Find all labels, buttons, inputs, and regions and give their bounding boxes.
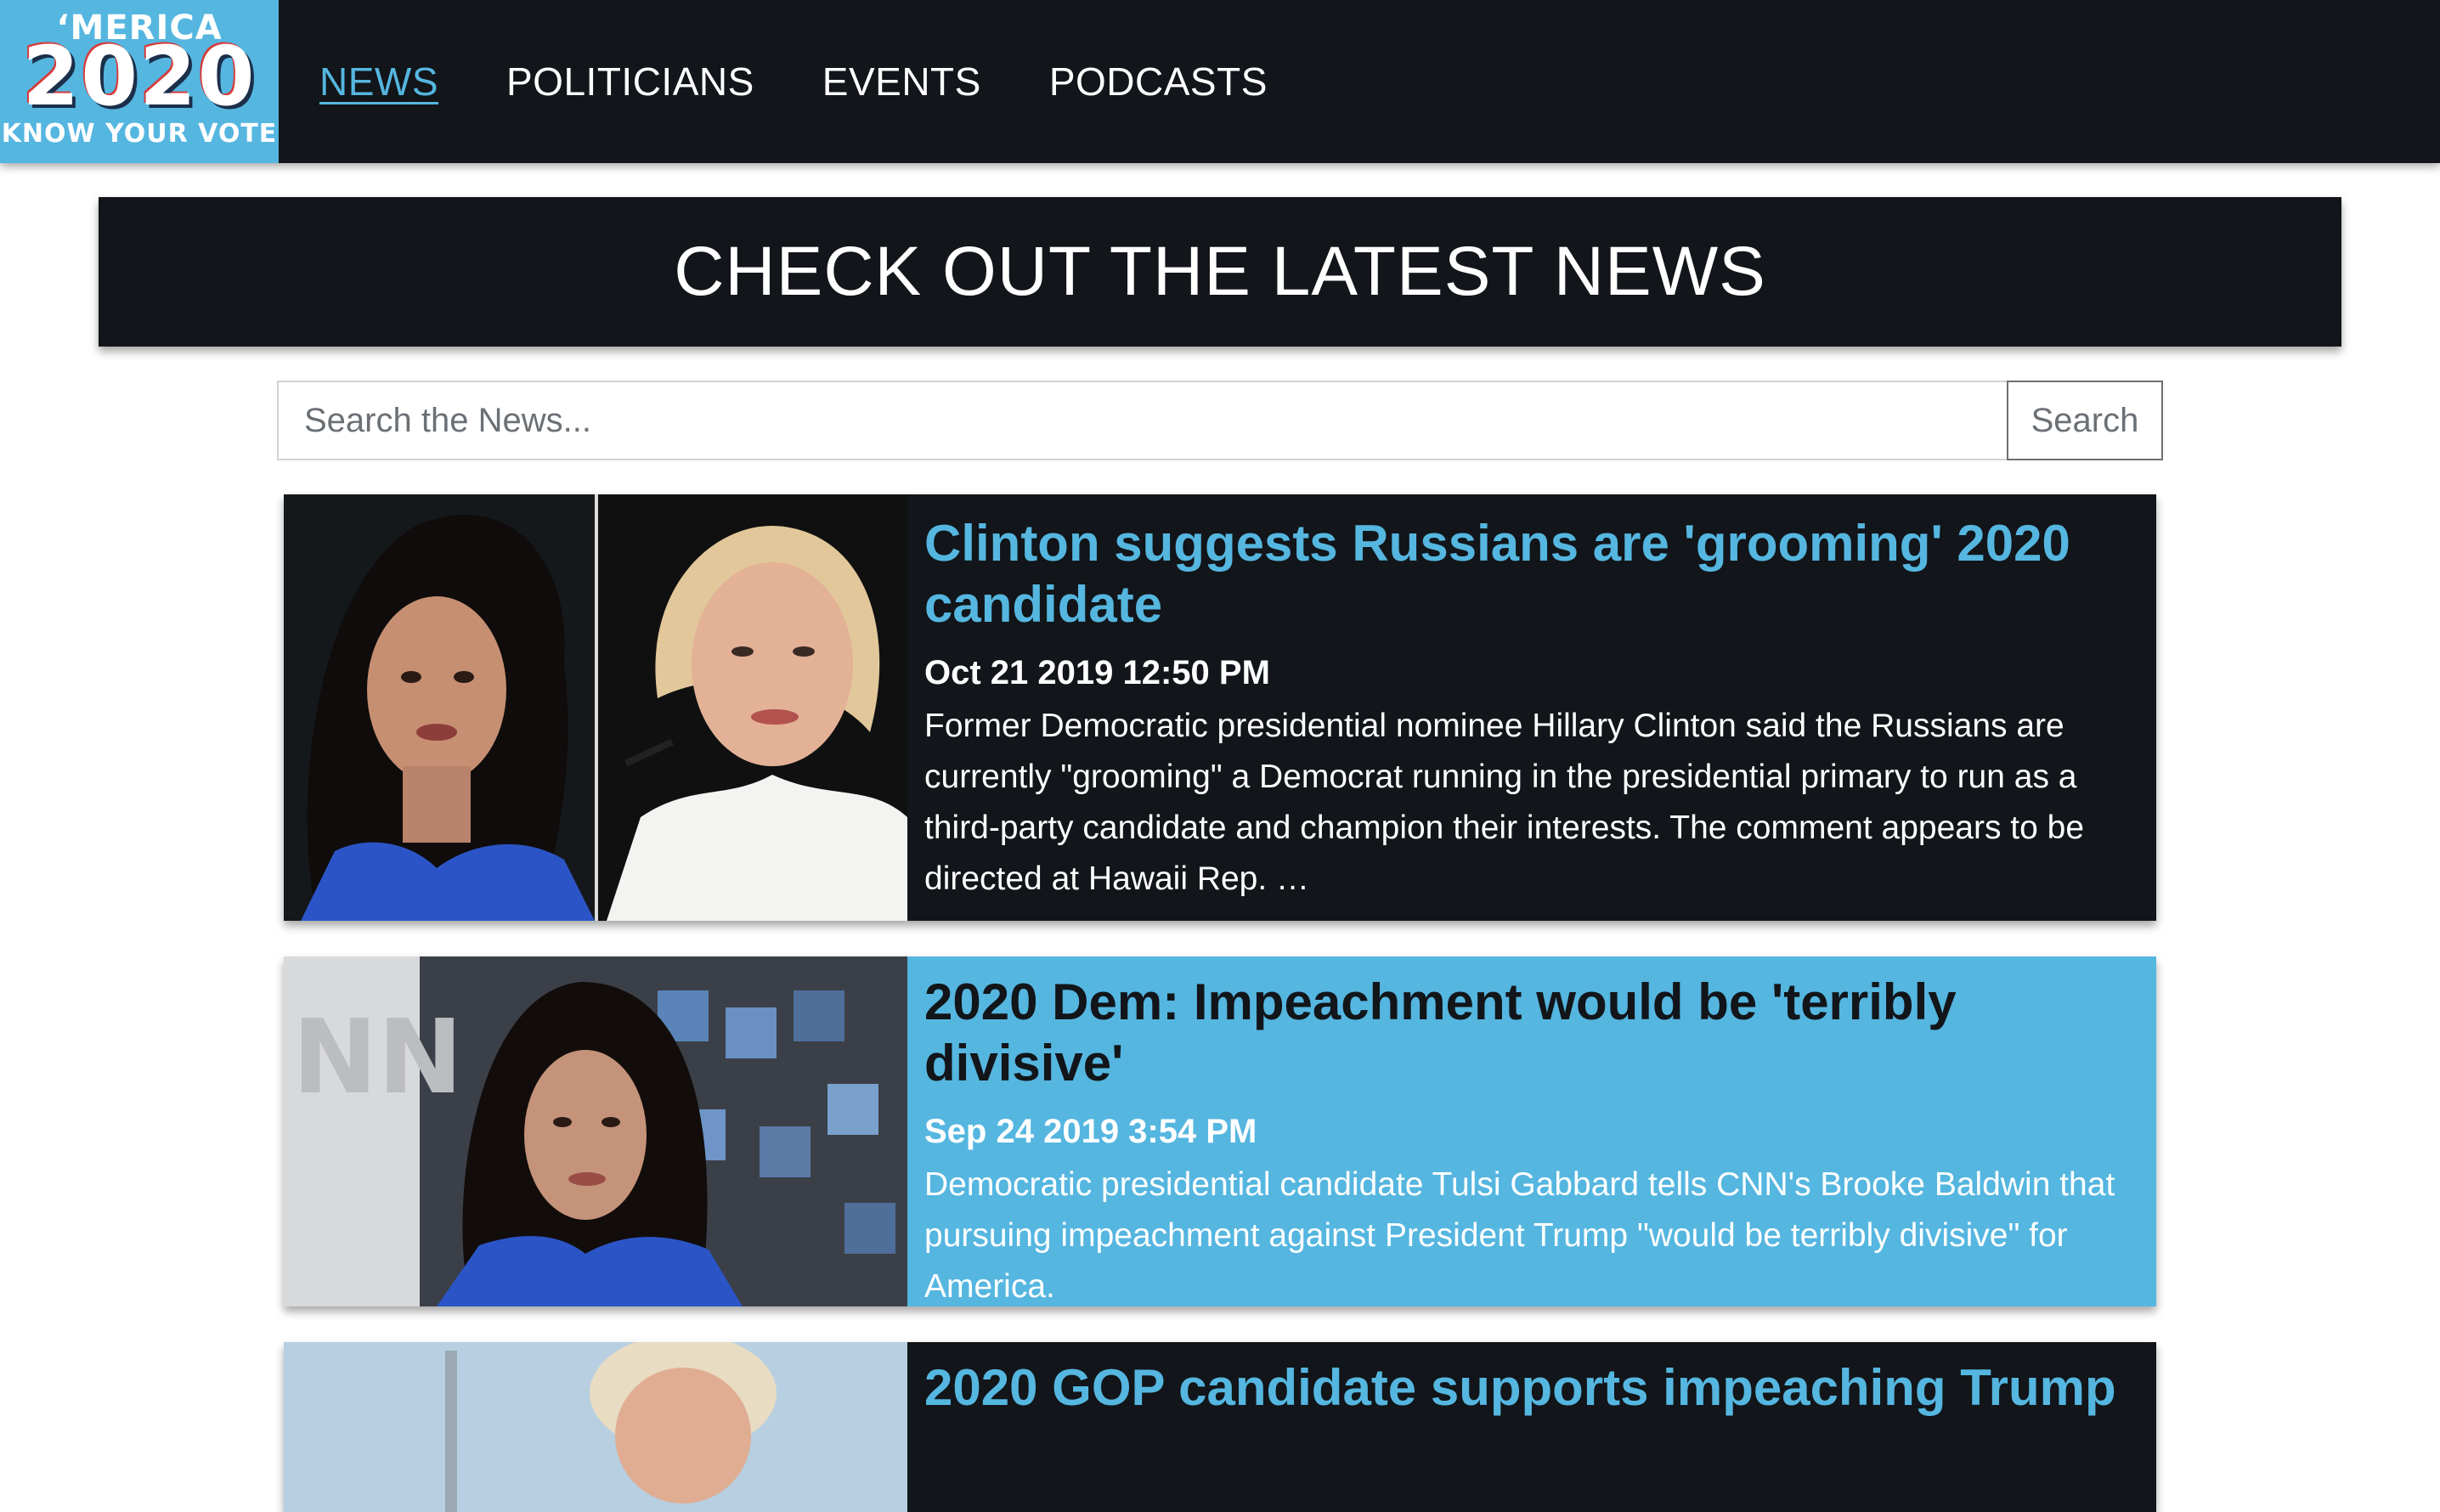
news-search: Search [277,381,2163,460]
article-body: 2020 Dem: Impeachment would be 'terribly… [924,956,2131,1306]
article-title[interactable]: Clinton suggests Russians are 'grooming'… [924,513,2131,635]
article-image [284,494,907,921]
article-date: Sep 24 2019 3:54 PM [924,1113,1257,1150]
news-card-1[interactable]: Clinton suggests Russians are 'grooming'… [284,494,2156,921]
article-summary: Democratic presidential candidate Tulsi … [924,1166,2115,1305]
top-navbar: ‘MERICA 2020 KNOW YOUR VOTE NEWS POLITIC… [0,0,2440,163]
article-thumbnail [284,1342,907,1512]
page-title: CHECK OUT THE LATEST NEWS [674,233,1766,310]
search-input[interactable] [277,381,2007,460]
news-card-2[interactable]: NN 2020 Dem: Impeachment would be 'terri… [284,956,2156,1306]
nav-item-podcasts[interactable]: PODCASTS [1049,59,1268,104]
logo-line-3: KNOW YOUR VOTE [1,119,278,149]
article-image [284,1342,907,1512]
article-date: Oct 21 2019 12:50 PM [924,654,1270,691]
search-button[interactable]: Search [2007,381,2163,460]
nav-item-politicians[interactable]: POLITICIANS [506,59,754,104]
site-logo[interactable]: ‘MERICA 2020 KNOW YOUR VOTE [0,0,279,163]
svg-text:NN: NN [292,999,463,1117]
article-title[interactable]: 2020 GOP candidate supports impeaching T… [924,1357,2131,1419]
news-card-3[interactable]: 2020 GOP candidate supports impeaching T… [284,1342,2156,1512]
main-nav: NEWS POLITICIANS EVENTS PODCASTS [319,0,1336,163]
article-title[interactable]: 2020 Dem: Impeachment would be 'terribly… [924,972,2131,1094]
nav-item-news[interactable]: NEWS [319,59,438,104]
article-summary: Former Democratic presidential nominee H… [924,708,2085,897]
nav-item-events[interactable]: EVENTS [822,59,981,104]
article-body: 2020 GOP candidate supports impeaching T… [924,1342,2131,1419]
article-thumbnail: NN [284,956,907,1306]
article-body: Clinton suggests Russians are 'grooming'… [924,494,2131,905]
logo-line-2: 2020 [22,29,257,124]
article-thumbnail [284,494,907,921]
article-image: NN [284,956,907,1306]
news-banner: CHECK OUT THE LATEST NEWS [99,197,2341,347]
